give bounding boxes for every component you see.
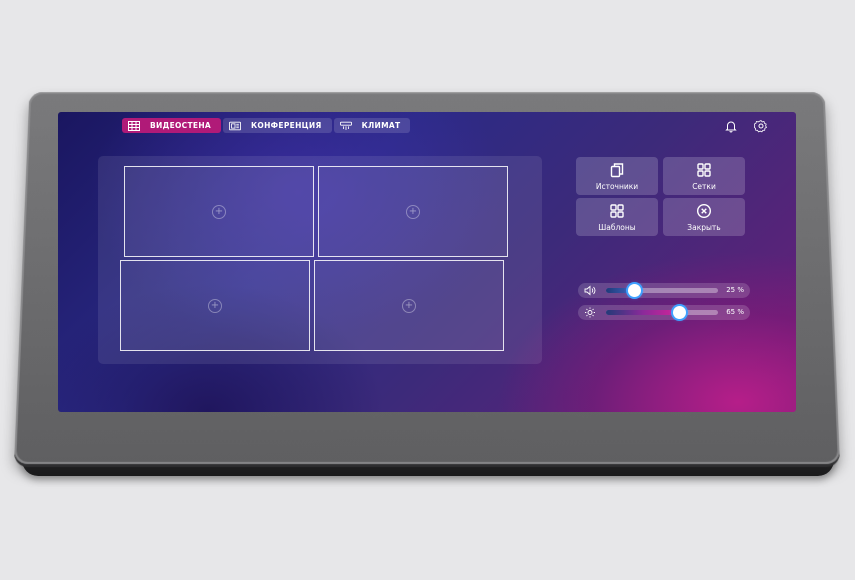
brightness-fill (606, 310, 679, 315)
brightness-value: 65 % (726, 308, 744, 316)
wall-cell-2[interactable]: + (318, 166, 508, 257)
sources-label: Источники (596, 182, 638, 191)
sources-button[interactable]: Источники (576, 157, 658, 195)
top-tabs: ВИДЕОСТЕНА КОНФЕРЕНЦИЯ КЛИМАТ (122, 118, 410, 133)
add-icon: + (402, 299, 416, 313)
tab-label: ВИДЕОСТЕНА (150, 121, 211, 130)
tab-label: КЛИМАТ (362, 121, 401, 130)
grids-button[interactable]: Сетки (663, 157, 745, 195)
brightness-icon (584, 307, 596, 318)
tab-climate[interactable]: КЛИМАТ (334, 118, 411, 133)
grids-label: Сетки (692, 182, 716, 191)
volume-value: 25 % (726, 286, 744, 294)
settings-icon[interactable] (754, 118, 768, 132)
volume-knob[interactable] (628, 284, 641, 297)
templates-button[interactable]: Шаблоны (576, 198, 658, 236)
close-icon (696, 203, 712, 219)
touch-screen: ВИДЕОСТЕНА КОНФЕРЕНЦИЯ КЛИМАТ + + + + Ис… (58, 112, 796, 412)
tab-label: КОНФЕРЕНЦИЯ (251, 121, 322, 130)
wall-cell-1[interactable]: + (124, 166, 314, 257)
video-wall-panel: + + + + (98, 156, 542, 364)
tab-conference[interactable]: КОНФЕРЕНЦИЯ (223, 118, 332, 133)
conference-icon (229, 121, 241, 131)
climate-icon (340, 121, 352, 131)
wall-cell-3[interactable]: + (120, 260, 310, 351)
brightness-slider[interactable]: 65 % (578, 305, 750, 320)
close-button[interactable]: Закрыть (663, 198, 745, 236)
brightness-track[interactable] (606, 310, 718, 315)
add-icon: + (406, 205, 420, 219)
brightness-knob[interactable] (673, 306, 686, 319)
add-icon: + (208, 299, 222, 313)
bell-icon[interactable] (724, 118, 738, 132)
top-right-icons (724, 118, 768, 132)
templates-label: Шаблоны (598, 223, 635, 232)
video-wall-grid: + + + + (124, 166, 516, 354)
templates-icon (609, 203, 625, 219)
wall-cell-4[interactable]: + (314, 260, 504, 351)
close-label: Закрыть (687, 223, 720, 232)
volume-icon (584, 285, 596, 296)
grid-icon (128, 121, 140, 131)
add-icon: + (212, 205, 226, 219)
volume-slider[interactable]: 25 % (578, 283, 750, 298)
tab-videowall[interactable]: ВИДЕОСТЕНА (122, 118, 221, 133)
volume-track[interactable] (606, 288, 718, 293)
grid-layout-icon (696, 162, 712, 178)
sources-icon (609, 162, 625, 178)
